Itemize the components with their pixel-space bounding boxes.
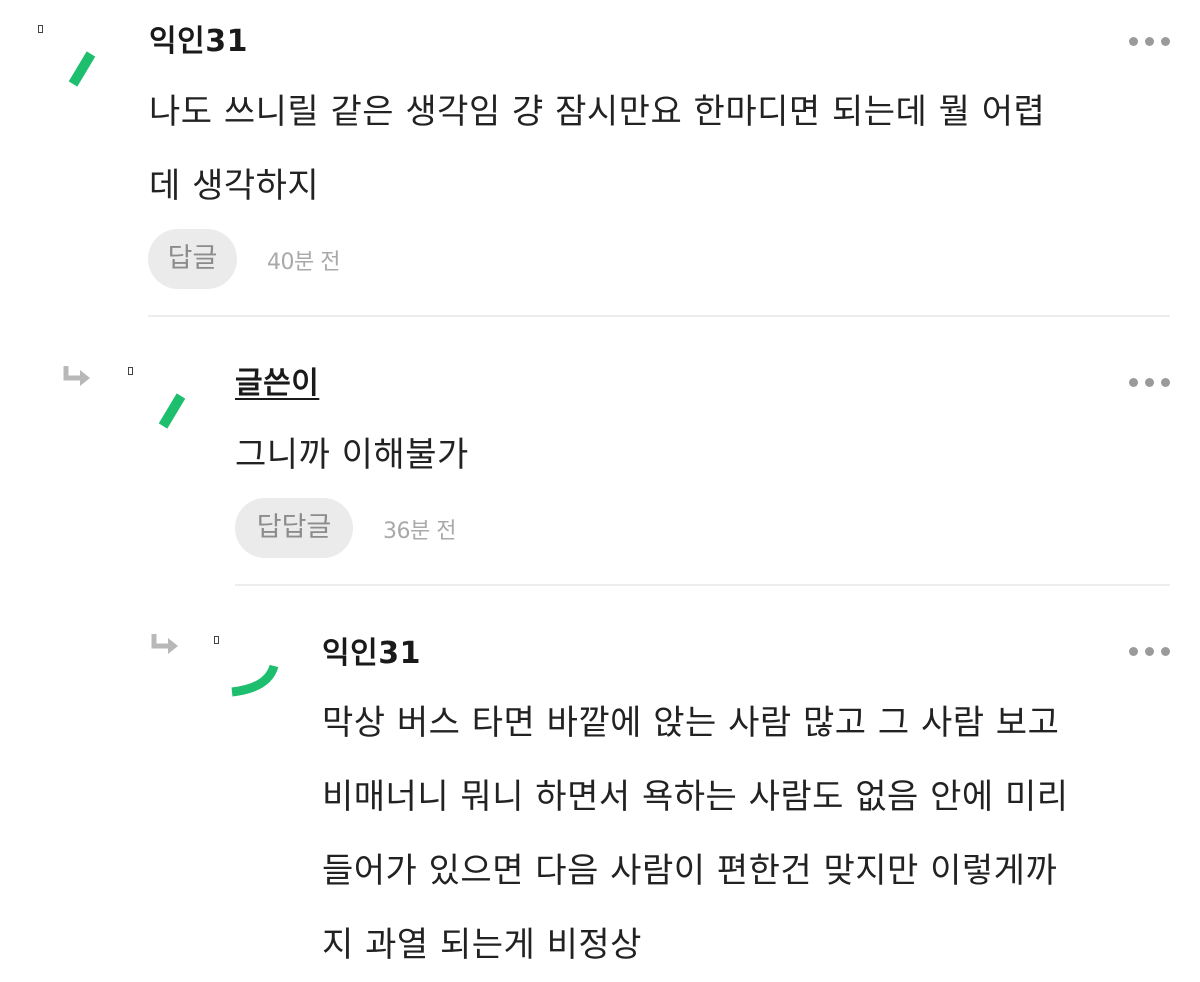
comment-text: 그니까 이해불가 <box>235 435 469 475</box>
nickname[interactable]: 익인31 <box>149 24 248 60</box>
more-options-icon[interactable] <box>1129 37 1170 46</box>
more-options-icon[interactable] <box>1129 647 1170 656</box>
timestamp: 36분 전 <box>383 519 456 544</box>
divider <box>235 584 1170 586</box>
marker-icon <box>214 636 219 644</box>
author-nickname[interactable]: 글쓴이 <box>235 366 319 402</box>
reply-button[interactable]: 답답글 <box>235 498 353 558</box>
reply-button[interactable]: 답글 <box>148 229 237 289</box>
more-options-icon[interactable] <box>1129 378 1170 387</box>
reply-arrow-icon <box>151 634 178 654</box>
avatar-icon[interactable] <box>143 381 203 441</box>
marker-icon <box>128 367 133 375</box>
comment-text: 나도 쓰니릴 같은 생각임 걍 잠시만요 한마디면 되는데 뭘 어렵 데 생각하… <box>149 92 1046 206</box>
reply-arrow-icon <box>63 366 90 386</box>
avatar-icon[interactable] <box>52 42 112 102</box>
nickname[interactable]: 익인31 <box>322 636 421 672</box>
marker-icon <box>38 25 43 33</box>
timestamp: 40분 전 <box>267 250 340 275</box>
comment-text: 막상 버스 타면 바깥에 앉는 사람 많고 그 사람 보고 비매너니 뭐니 하면… <box>322 703 1069 965</box>
divider <box>148 315 1170 317</box>
avatar-icon[interactable] <box>222 648 282 708</box>
